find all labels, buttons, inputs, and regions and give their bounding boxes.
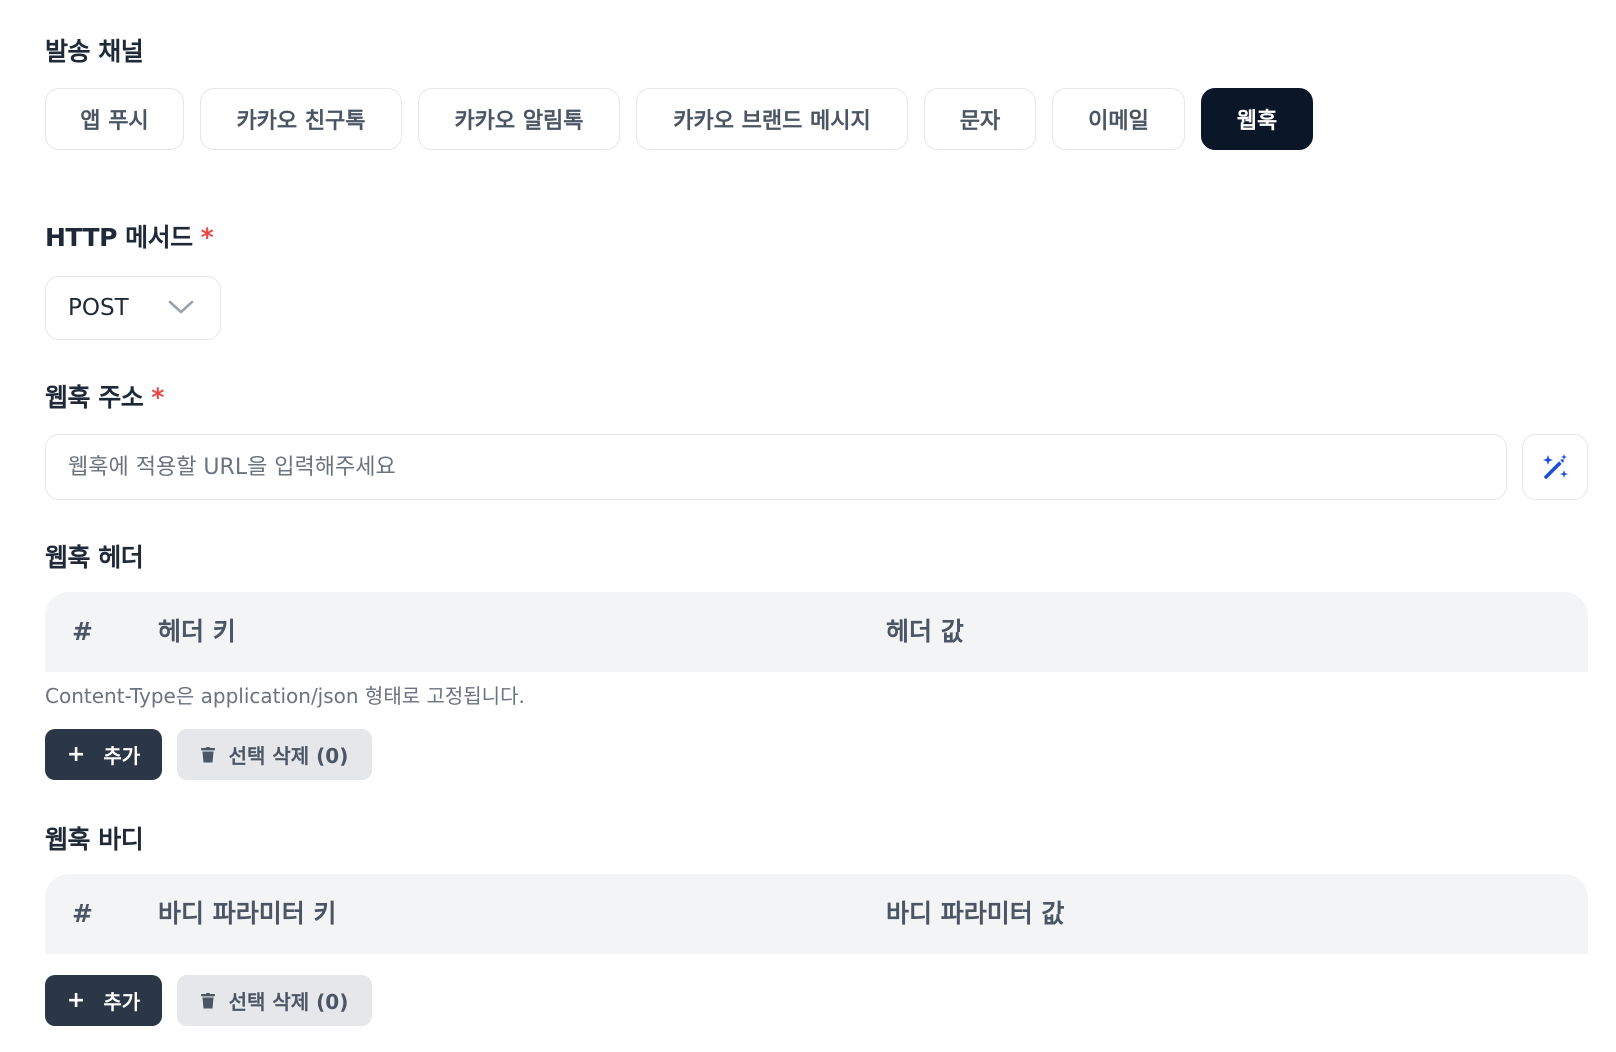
channel-title: 발송 채널: [45, 37, 144, 66]
http-method-select[interactable]: POST: [45, 276, 221, 340]
trash-icon: [200, 992, 215, 1008]
plus-icon: +: [66, 988, 86, 1013]
body-col-value: 바디 파라미터 값: [886, 899, 1065, 928]
add-header-label: 추가: [103, 744, 141, 768]
delete-selected-headers-label: 선택 삭제 (0): [228, 744, 349, 768]
body-title: 웹훅 바디: [45, 825, 144, 854]
webhook-settings-form: 발송 채널 앱 푸시 카카오 친구톡 카카오 알림톡 카카오 브랜드 메시지 문…: [0, 0, 1616, 1052]
add-body-param-button[interactable]: + 추가: [45, 975, 162, 1026]
required-mark: *: [151, 383, 164, 412]
headers-col-index: #: [72, 617, 93, 646]
headers-col-value: 헤더 값: [886, 617, 964, 646]
headers-content-type-note: Content-Type은 application/json 형태로 고정됩니다…: [45, 684, 525, 708]
delete-selected-body-params-button[interactable]: 선택 삭제 (0): [177, 975, 372, 1026]
headers-section-title: 웹훅 헤더: [45, 538, 144, 574]
headers-col-key: 헤더 키: [158, 617, 236, 646]
channel-chip-webhook[interactable]: 웹훅: [1201, 88, 1313, 150]
body-table-header: # 바디 파라미터 키 바디 파라미터 값: [45, 874, 1588, 954]
url-title: 웹훅 주소: [45, 383, 144, 412]
required-mark: *: [200, 223, 214, 252]
headers-title: 웹훅 헤더: [45, 543, 144, 572]
trash-icon: [200, 746, 215, 762]
url-section-title: 웹훅 주소 *: [45, 378, 164, 414]
channel-chip-kakao-alimtalk[interactable]: 카카오 알림톡: [418, 88, 620, 150]
delete-selected-body-params-label: 선택 삭제 (0): [228, 990, 349, 1014]
plus-icon: +: [66, 742, 86, 767]
chevron-down-icon: [168, 300, 194, 314]
channel-chip-kakao-friendtalk[interactable]: 카카오 친구톡: [200, 88, 402, 150]
body-col-index: #: [72, 899, 93, 928]
channel-chip-group: 앱 푸시 카카오 친구톡 카카오 알림톡 카카오 브랜드 메시지 문자 이메일 …: [45, 88, 1313, 152]
webhook-url-input[interactable]: [45, 434, 1507, 500]
channel-chip-app-push[interactable]: 앱 푸시: [45, 88, 184, 150]
magic-wand-button[interactable]: [1522, 434, 1588, 500]
body-section-title: 웹훅 바디: [45, 820, 144, 856]
channel-section-title: 발송 채널: [45, 32, 144, 68]
headers-table-header: # 헤더 키 헤더 값: [45, 592, 1588, 672]
method-section-title: HTTP 메서드 *: [45, 218, 214, 254]
channel-chip-kakao-brand-message[interactable]: 카카오 브랜드 메시지: [636, 88, 908, 150]
magic-wand-icon: [1543, 454, 1568, 479]
http-method-value: POST: [68, 295, 129, 321]
delete-selected-headers-button[interactable]: 선택 삭제 (0): [177, 729, 372, 780]
method-title: HTTP 메서드: [45, 223, 193, 252]
channel-chip-email[interactable]: 이메일: [1052, 88, 1185, 150]
channel-chip-sms[interactable]: 문자: [924, 88, 1036, 150]
add-header-button[interactable]: + 추가: [45, 729, 162, 780]
body-col-key: 바디 파라미터 키: [158, 899, 337, 928]
add-body-param-label: 추가: [103, 990, 141, 1014]
